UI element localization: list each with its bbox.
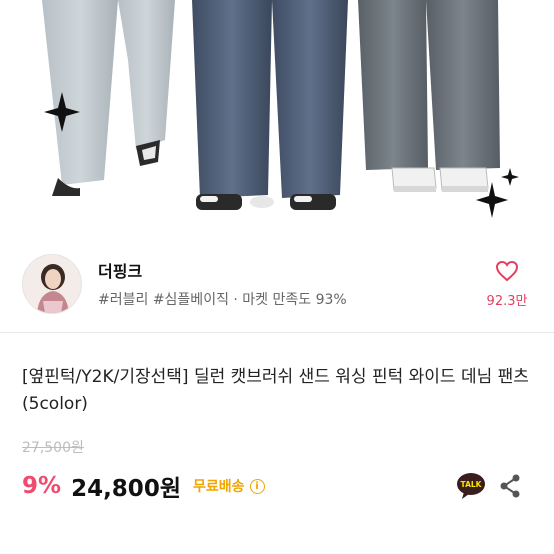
info-circle-icon[interactable]: i [249, 478, 265, 494]
share-icon [500, 474, 520, 498]
shop-tags: #러블리 #심플베이직 · 마켓 만족도 93% [98, 292, 347, 308]
section-divider [0, 332, 554, 333]
sale-price: 24,800원 [71, 476, 181, 502]
heart-outline-icon [495, 260, 519, 282]
discount-rate: 9% [22, 473, 62, 499]
share-button[interactable] [498, 473, 522, 499]
kakaotalk-icon: TALK [457, 473, 485, 499]
sparkle-icon [501, 168, 519, 186]
svg-text:TALK: TALK [461, 480, 483, 489]
product-title: [옆핀턱/Y2K/기장선택] 딜런 캣브러쉬 샌드 워싱 핀턱 와이드 데님 팬… [22, 367, 529, 414]
like-button[interactable]: 92.3만 [480, 260, 534, 309]
shop-info[interactable]: 더핑크 #러블리 #심플베이직 · 마켓 만족도 93% 92.3만 [0, 236, 554, 332]
shop-avatar[interactable] [22, 254, 82, 314]
shop-name[interactable]: 더핑크 [98, 258, 142, 282]
product-image[interactable] [0, 0, 554, 236]
kakaotalk-button[interactable]: TALK [456, 472, 486, 500]
price-row: 9% 24,800원 무료배송 i [22, 470, 265, 502]
like-count: 92.3만 [486, 294, 528, 309]
free-shipping-label: 무료배송 [192, 479, 245, 495]
original-price: 27,500원 [22, 440, 84, 456]
jeans-grey-wash [358, 0, 500, 192]
jeans-medium-wash [192, 0, 348, 210]
